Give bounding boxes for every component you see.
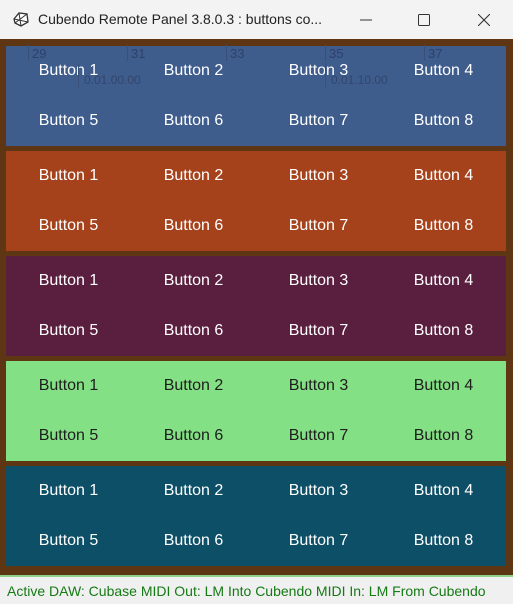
group-4-button-4[interactable]: Button 4 xyxy=(381,361,506,411)
status-text: Active DAW: Cubase MIDI Out: LM Into Cub… xyxy=(7,583,486,599)
group-1-button-3[interactable]: Button 3 xyxy=(256,46,381,96)
group-3-button-5[interactable]: Button 5 xyxy=(6,306,131,356)
group-4-button-2[interactable]: Button 2 xyxy=(131,361,256,411)
app-icon xyxy=(13,12,29,27)
group-2-button-1[interactable]: Button 1 xyxy=(6,151,131,201)
group-5-button-8[interactable]: Button 8 xyxy=(381,516,506,566)
group-3-button-8[interactable]: Button 8 xyxy=(381,306,506,356)
group-5-button-2[interactable]: Button 2 xyxy=(131,466,256,516)
group-5-button-7[interactable]: Button 7 xyxy=(256,516,381,566)
group-4-button-6[interactable]: Button 6 xyxy=(131,411,256,461)
group-1-button-1[interactable]: Button 1 xyxy=(6,46,131,96)
group-5-button-5[interactable]: Button 5 xyxy=(6,516,131,566)
group-2-button-6[interactable]: Button 6 xyxy=(131,201,256,251)
group-2-button-5[interactable]: Button 5 xyxy=(6,201,131,251)
minimize-icon xyxy=(360,19,372,20)
button-group-5: Button 1 Button 2 Button 3 Button 4 Button 5… xyxy=(6,466,506,566)
group-3-button-2[interactable]: Button 2 xyxy=(131,256,256,306)
button-group-3: Button 1 Button 2 Button 3 Button 4 Button 5… xyxy=(6,256,506,356)
group-1-button-7[interactable]: Button 7 xyxy=(256,96,381,146)
group-1-button-4[interactable]: Button 4 xyxy=(381,46,506,96)
button-group-1: Button 1 Button 2 Button 3 Button 4 Button 5… xyxy=(6,46,506,146)
button-group-2: Button 1 Button 2 Button 3 Button 4 Button 5… xyxy=(6,151,506,251)
group-3-button-3[interactable]: Button 3 xyxy=(256,256,381,306)
button-group-4: Button 1 Button 2 Button 3 Button 4 Button 5… xyxy=(6,361,506,461)
maximize-button[interactable] xyxy=(395,0,453,39)
group-2-button-4[interactable]: Button 4 xyxy=(381,151,506,201)
group-3-button-1[interactable]: Button 1 xyxy=(6,256,131,306)
group-5-button-6[interactable]: Button 6 xyxy=(131,516,256,566)
group-5-button-4[interactable]: Button 4 xyxy=(381,466,506,516)
group-4-button-8[interactable]: Button 8 xyxy=(381,411,506,461)
group-4-button-3[interactable]: Button 3 xyxy=(256,361,381,411)
button-panel: Button 1 Button 2 Button 3 Button 4 Button 5… xyxy=(0,39,513,575)
group-1-button-6[interactable]: Button 6 xyxy=(131,96,256,146)
status-bar: Active DAW: Cubase MIDI Out: LM Into Cub… xyxy=(0,575,513,604)
close-icon xyxy=(478,13,490,26)
group-3-button-6[interactable]: Button 6 xyxy=(131,306,256,356)
group-4-button-1[interactable]: Button 1 xyxy=(6,361,131,411)
group-2-button-7[interactable]: Button 7 xyxy=(256,201,381,251)
group-1-button-2[interactable]: Button 2 xyxy=(131,46,256,96)
group-5-button-1[interactable]: Button 1 xyxy=(6,466,131,516)
close-button[interactable] xyxy=(455,0,513,39)
group-2-button-2[interactable]: Button 2 xyxy=(131,151,256,201)
group-4-button-5[interactable]: Button 5 xyxy=(6,411,131,461)
group-2-button-3[interactable]: Button 3 xyxy=(256,151,381,201)
maximize-icon xyxy=(418,13,430,26)
window-title: Cubendo Remote Panel 3.8.0.3 : buttons c… xyxy=(38,11,323,27)
group-3-button-4[interactable]: Button 4 xyxy=(381,256,506,306)
group-4-button-7[interactable]: Button 7 xyxy=(256,411,381,461)
minimize-button[interactable] xyxy=(337,0,395,39)
group-1-button-8[interactable]: Button 8 xyxy=(381,96,506,146)
group-2-button-8[interactable]: Button 8 xyxy=(381,201,506,251)
group-1-button-5[interactable]: Button 5 xyxy=(6,96,131,146)
title-bar[interactable]: Cubendo Remote Panel 3.8.0.3 : buttons c… xyxy=(0,0,513,39)
group-5-button-3[interactable]: Button 3 xyxy=(256,466,381,516)
group-3-button-7[interactable]: Button 7 xyxy=(256,306,381,356)
